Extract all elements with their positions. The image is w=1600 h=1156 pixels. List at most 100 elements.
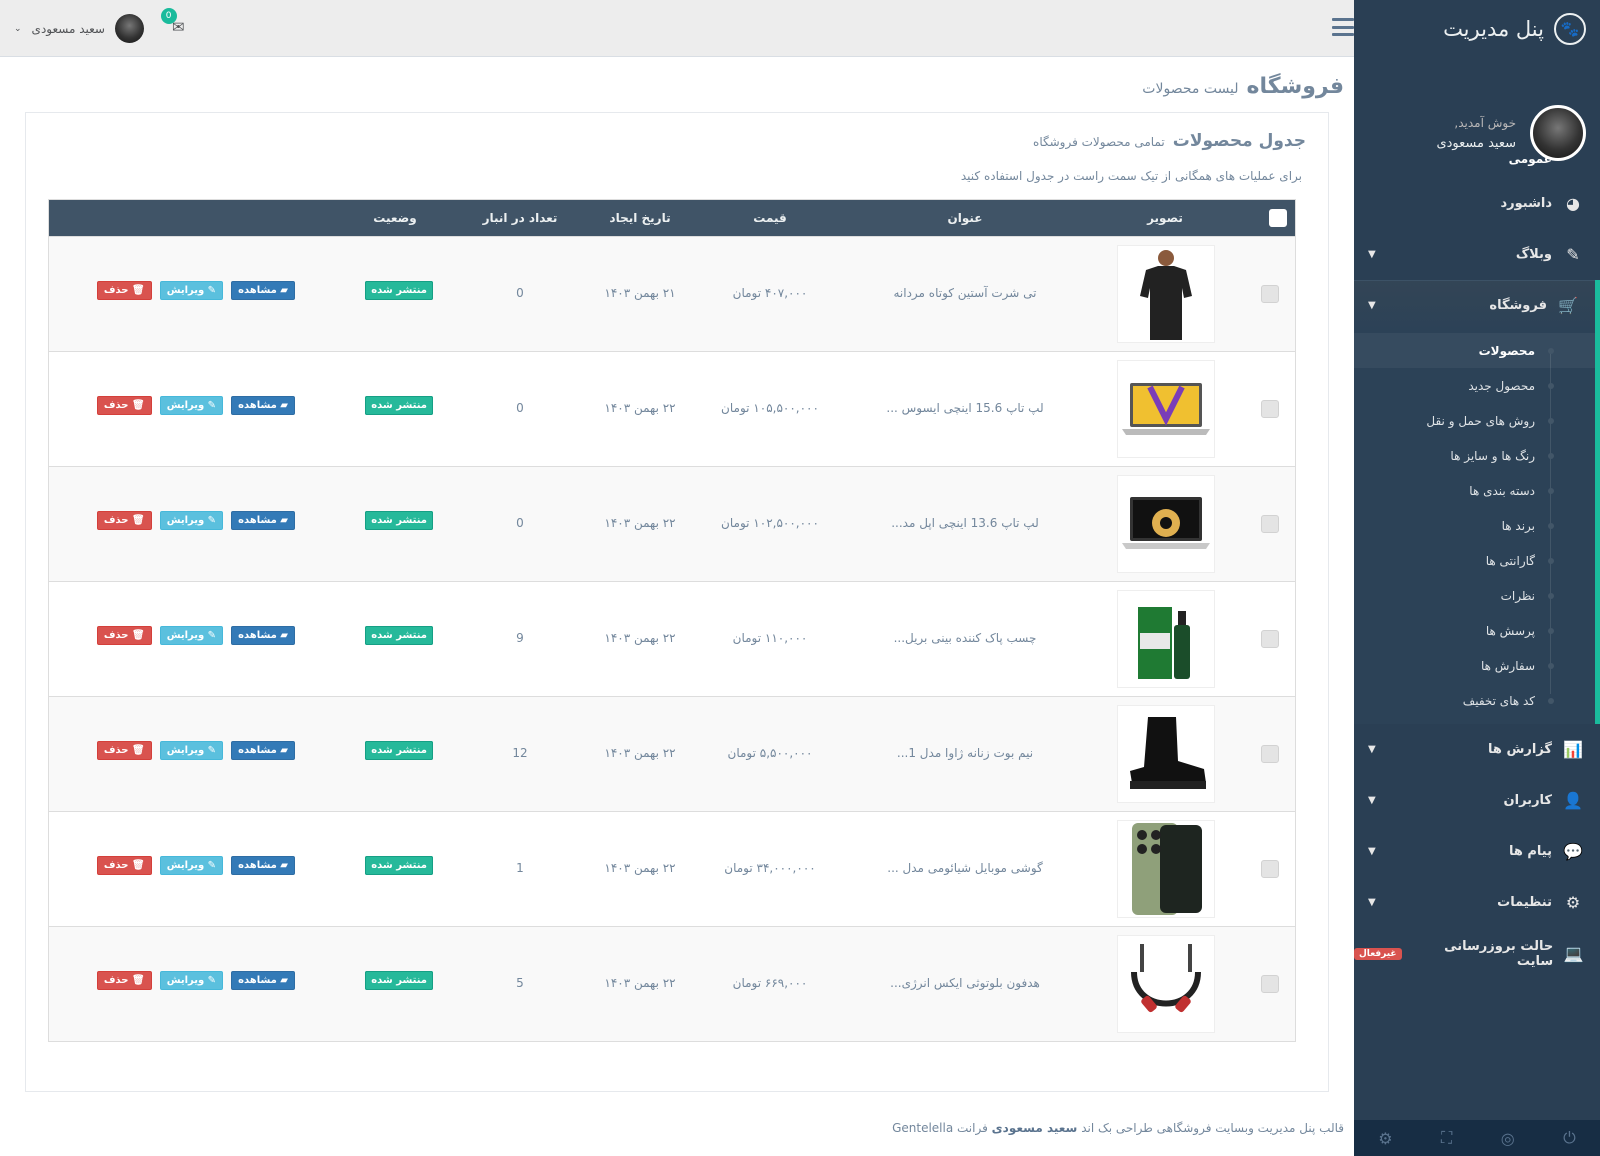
product-date: ۲۲ بهمن ۱۴۰۳	[604, 861, 676, 875]
submenu-orders[interactable]: سفارش ها	[1354, 648, 1595, 683]
delete-button[interactable]: 🗑 حذف	[96, 971, 152, 990]
menu-shop[interactable]: 🛒 فروشگاه ▼	[1354, 280, 1600, 331]
delete-button[interactable]: 🗑 حذف	[96, 856, 152, 875]
edit-button[interactable]: ✎ ویرایش	[159, 741, 224, 760]
eye-slash-icon[interactable]: ◎	[1501, 1129, 1515, 1148]
button-label: ویرایش	[166, 515, 205, 526]
menu-blog[interactable]: ✎ وبلاگ ▼	[1354, 229, 1600, 280]
menu-toggle-icon[interactable]	[1332, 16, 1354, 38]
row-actions: ▰ مشاهده ✎ ویرایش 🗑 حذف	[96, 396, 295, 415]
product-stock: 1	[516, 861, 524, 875]
footer-author-link[interactable]: سعید مسعودی	[992, 1121, 1078, 1135]
edit-button[interactable]: ✎ ویرایش	[159, 971, 224, 990]
product-price: ۳۴,۰۰۰,۰۰۰ تومان	[724, 861, 816, 875]
table-row: گوشی موبایل شیائومی مدل ... ۳۴,۰۰۰,۰۰۰ ت…	[49, 811, 1295, 926]
view-button[interactable]: ▰ مشاهده	[231, 741, 295, 760]
avatar	[114, 14, 144, 43]
view-button[interactable]: ▰ مشاهده	[231, 856, 295, 875]
pencil-icon: ✎	[204, 285, 217, 296]
submenu-colors-sizes[interactable]: رنگ ها و سایز ها	[1354, 438, 1595, 473]
status-label: منتشر شده	[365, 281, 433, 300]
pencil-icon: ✎	[204, 515, 217, 526]
submenu-warranties[interactable]: گارانتی ها	[1354, 543, 1595, 578]
submenu-brands[interactable]: برند ها	[1354, 508, 1595, 543]
menu-dashboard[interactable]: ◕ داشبورد	[1354, 178, 1600, 229]
product-date: ۲۲ بهمن ۱۴۰۳	[604, 516, 676, 530]
menu-label: گزارش ها	[1488, 742, 1552, 757]
delete-button[interactable]: 🗑 حذف	[96, 511, 152, 530]
product-price: ۱۰۲,۵۰۰,۰۰۰ تومان	[721, 516, 819, 530]
view-button[interactable]: ▰ مشاهده	[231, 626, 295, 645]
user-menu[interactable]: سعید مسعودی ⌄	[14, 14, 144, 43]
row-checkbox[interactable]	[1261, 975, 1279, 993]
menu-settings[interactable]: ⚙ تنظیمات ▼	[1354, 877, 1600, 928]
view-button[interactable]: ▰ مشاهده	[231, 511, 295, 530]
submenu-products[interactable]: محصولات	[1354, 333, 1595, 368]
button-label: حذف	[103, 630, 129, 641]
row-checkbox[interactable]	[1261, 860, 1279, 878]
status-label: منتشر شده	[365, 971, 433, 990]
menu-label: داشبورد	[1500, 196, 1552, 211]
view-button[interactable]: ▰ مشاهده	[231, 396, 295, 415]
submenu-new-product[interactable]: محصول جدید	[1354, 368, 1595, 403]
panel-subtitle: تمامی محصولات فروشگاه	[1033, 135, 1165, 149]
profile: خوش آمدید, سعید مسعودی	[1354, 58, 1600, 190]
delete-button[interactable]: 🗑 حذف	[96, 396, 152, 415]
trash-icon: 🗑	[128, 975, 145, 986]
brand[interactable]: 🐾 پنل مدیریت	[1354, 0, 1600, 58]
edit-button[interactable]: ✎ ویرایش	[159, 626, 224, 645]
product-title: لپ تاپ 13.6 اینچی اپل مد...	[891, 516, 1039, 530]
edit-button[interactable]: ✎ ویرایش	[159, 856, 224, 875]
submenu-questions[interactable]: پرسش ها	[1354, 613, 1595, 648]
view-button[interactable]: ▰ مشاهده	[231, 971, 295, 990]
edit-button[interactable]: ✎ ویرایش	[159, 511, 224, 530]
edit-button[interactable]: ✎ ویرایش	[159, 281, 224, 300]
submenu-categories[interactable]: دسته بندی ها	[1354, 473, 1595, 508]
menu-maintenance-mode[interactable]: 💻 حالت بروزرسانی سایت غیرفعال	[1354, 928, 1600, 979]
status-badge: منتشر شده	[365, 626, 433, 645]
power-icon[interactable]: ⏻	[1563, 1128, 1576, 1148]
view-button[interactable]: ▰ مشاهده	[231, 281, 295, 300]
envelope-icon[interactable]: ✉ 0	[160, 8, 185, 36]
button-label: مشاهده	[238, 860, 277, 871]
header-image: تصویر	[1147, 211, 1183, 225]
edit-button[interactable]: ✎ ویرایش	[159, 396, 224, 415]
menu-messages[interactable]: 💬 پیام ها ▼	[1354, 826, 1600, 877]
shop-submenu: محصولات محصول جدید روش های حمل و نقل رنگ…	[1354, 331, 1600, 724]
menu-users[interactable]: 👤 کاربران ▼	[1354, 775, 1600, 826]
product-title: لپ تاپ 15.6 اینچی ایسوس ...	[886, 401, 1044, 415]
trash-icon: 🗑	[128, 630, 145, 641]
menu-reports[interactable]: 📊 گزارش ها ▼	[1354, 724, 1600, 775]
delete-button[interactable]: 🗑 حذف	[96, 626, 152, 645]
product-price: ۱۱۰,۰۰۰ تومان	[732, 631, 808, 645]
chevron-down-icon: ▼	[1368, 249, 1376, 260]
button-label: ویرایش	[166, 975, 205, 986]
row-checkbox[interactable]	[1261, 745, 1279, 763]
fullscreen-icon[interactable]: ⛶	[1441, 1128, 1452, 1148]
select-all-checkbox[interactable]	[1269, 209, 1287, 227]
folder-icon: ▰	[276, 515, 288, 526]
table-row: لپ تاپ 13.6 اینچی اپل مد... ۱۰۲,۵۰۰,۰۰۰ …	[49, 466, 1295, 581]
page-subtitle: لیست محصولات	[1142, 81, 1239, 97]
button-label: ویرایش	[166, 630, 205, 641]
status-badge: منتشر شده	[365, 281, 433, 300]
user-icon: 👤	[1563, 791, 1583, 810]
submenu-shipping[interactable]: روش های حمل و نقل	[1354, 403, 1595, 438]
pencil-icon: ✎	[204, 975, 217, 986]
row-actions: ▰ مشاهده ✎ ویرایش 🗑 حذف	[96, 971, 295, 990]
submenu-comments[interactable]: نظرات	[1354, 578, 1595, 613]
row-checkbox[interactable]	[1261, 630, 1279, 648]
pencil-icon: ✎	[204, 860, 217, 871]
status-label: منتشر شده	[365, 511, 433, 530]
row-checkbox[interactable]	[1261, 285, 1279, 303]
product-date: ۲۱ بهمن ۱۴۰۳	[604, 286, 676, 300]
delete-button[interactable]: 🗑 حذف	[96, 741, 152, 760]
product-title: گوشی موبایل شیائومی مدل ...	[887, 861, 1043, 875]
row-checkbox[interactable]	[1261, 515, 1279, 533]
submenu-discounts[interactable]: کد های تخفیف	[1354, 683, 1595, 718]
footer: قالب پنل مدیریت وبسایت فروشگاهی طراحی بک…	[0, 1100, 1354, 1156]
delete-button[interactable]: 🗑 حذف	[96, 281, 152, 300]
row-checkbox[interactable]	[1261, 400, 1279, 418]
chevron-down-icon: ▼	[1368, 300, 1376, 311]
gear-icon[interactable]: ⚙	[1378, 1129, 1392, 1148]
